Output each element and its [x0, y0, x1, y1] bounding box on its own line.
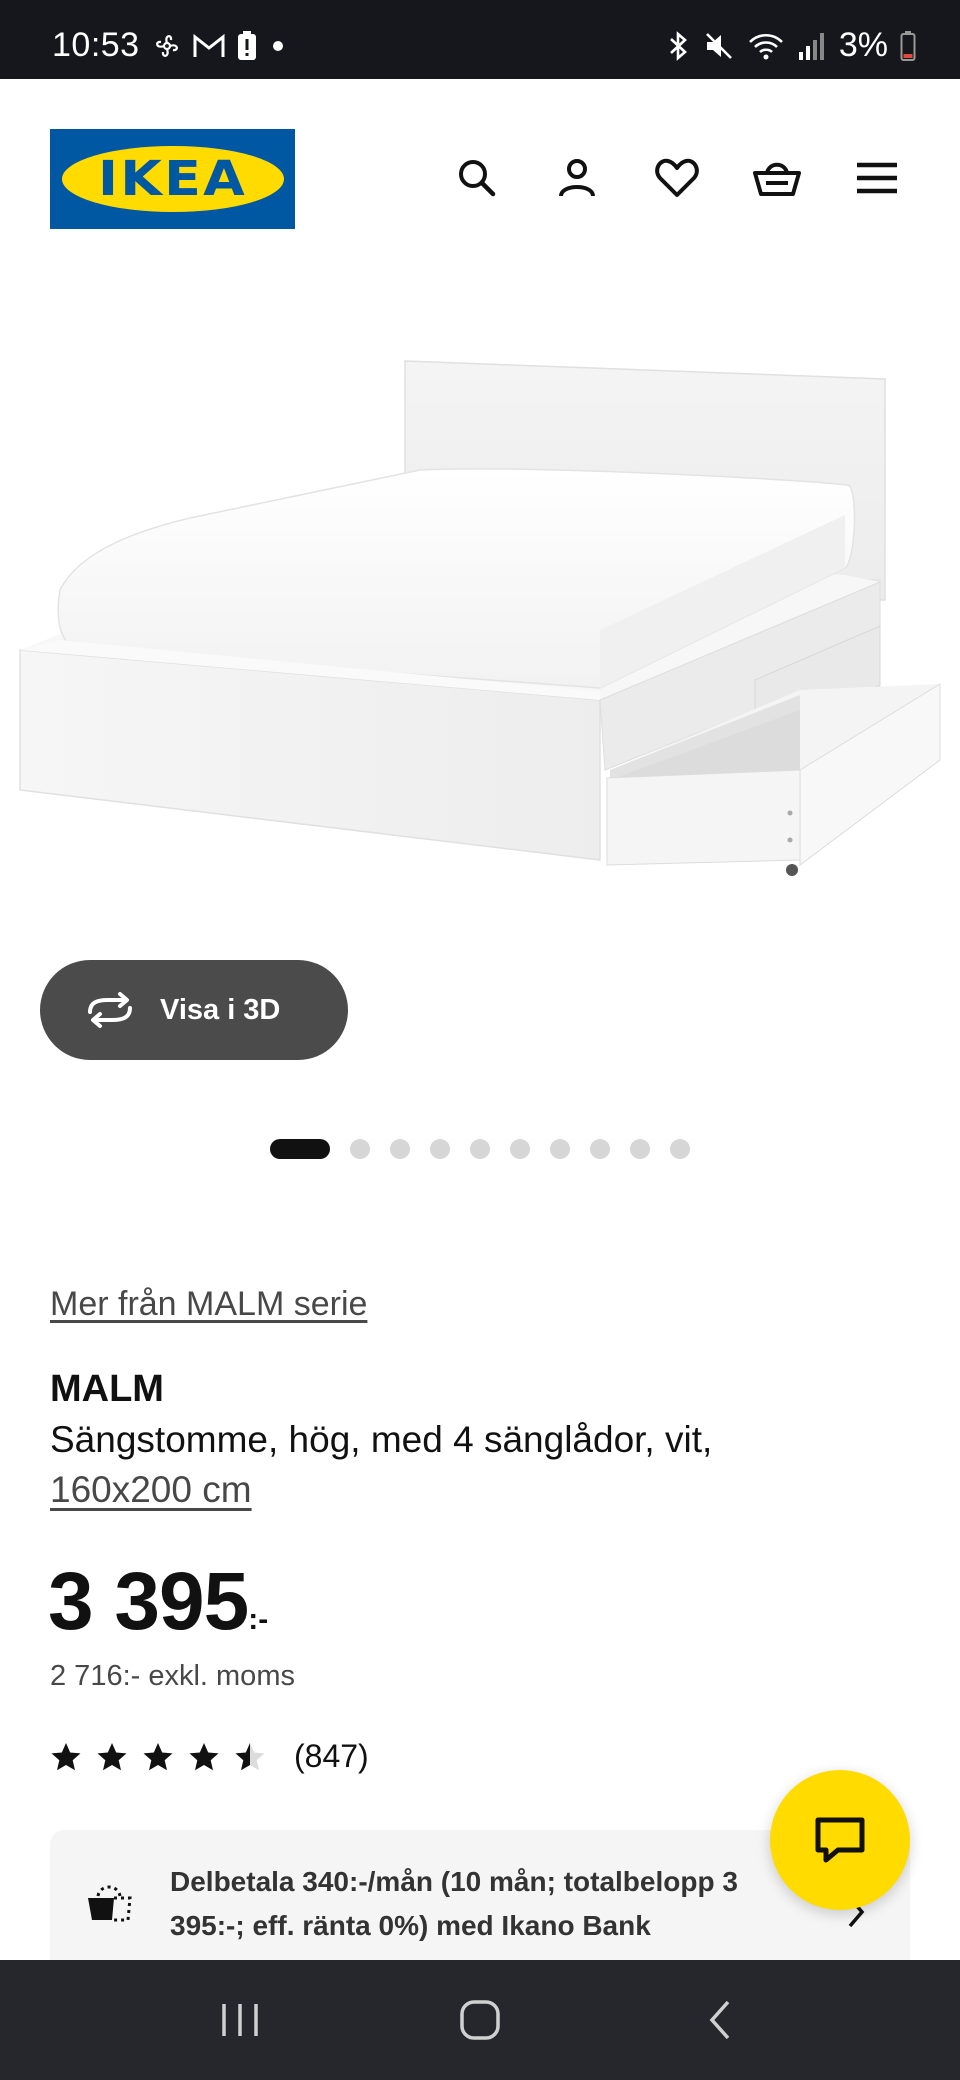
cart-icon — [753, 162, 801, 196]
recent-apps-button[interactable] — [200, 1980, 280, 2060]
star-full-icon — [51, 1742, 81, 1770]
account-icon — [559, 159, 595, 197]
chat-icon — [815, 1817, 865, 1863]
back-icon — [709, 2000, 730, 2040]
product-size-link[interactable]: 160x200 cm — [50, 1469, 252, 1510]
product-price: 3 395 :- — [48, 1555, 268, 1649]
image-carousel-indicator — [270, 1139, 690, 1159]
star-full-icon — [97, 1742, 127, 1770]
price-suffix: :- — [248, 1603, 269, 1636]
rating-count: (847) — [294, 1738, 369, 1774]
installment-payment-icon — [88, 1885, 132, 1922]
site-header: IKEA — [0, 79, 960, 279]
star-full-icon — [143, 1742, 173, 1770]
account-button[interactable] — [552, 153, 602, 203]
ikea-logo[interactable]: IKEA — [50, 129, 295, 229]
product-description-text: Sängstomme, hög, med 4 sänglådor, vit, — [50, 1419, 713, 1460]
view-in-3d-button[interactable]: Visa i 3D — [40, 960, 348, 1060]
menu-button[interactable] — [852, 153, 902, 203]
carousel-dot-active[interactable] — [270, 1139, 330, 1159]
back-button[interactable] — [680, 1980, 760, 2060]
carousel-dot[interactable] — [510, 1139, 530, 1159]
price-amount: 3 395 — [48, 1556, 249, 1647]
carousel-dot[interactable] — [590, 1139, 610, 1159]
fan-icon — [156, 35, 178, 57]
search-icon — [459, 160, 496, 197]
home-icon — [460, 2000, 500, 2040]
recent-apps-icon — [222, 2004, 258, 2036]
status-system-icons: 3% — [665, 26, 916, 65]
logo-text: IKEA — [98, 151, 247, 207]
header-actions — [452, 153, 902, 203]
alert-battery-icon — [238, 31, 256, 60]
mute-icon — [705, 32, 732, 59]
system-navigation-bar — [0, 1960, 960, 2080]
view-in-3d-label: Visa i 3D — [160, 993, 281, 1026]
star-full-icon — [189, 1742, 219, 1770]
carousel-dot[interactable] — [670, 1139, 690, 1159]
carousel-dot[interactable] — [630, 1139, 650, 1159]
battery-icon — [900, 30, 916, 61]
status-notification-icons — [152, 30, 288, 62]
carousel-dot[interactable] — [470, 1139, 490, 1159]
product-image[interactable] — [0, 300, 960, 920]
favorites-button[interactable] — [652, 153, 702, 203]
status-bar: 10:53 3% — [0, 0, 960, 79]
cart-button[interactable] — [752, 153, 802, 203]
gmail-icon — [193, 33, 225, 57]
home-button[interactable] — [440, 1980, 520, 2060]
search-button[interactable] — [452, 153, 502, 203]
carousel-dot[interactable] — [390, 1139, 410, 1159]
star-half-icon — [235, 1742, 265, 1770]
rotate-3d-icon — [88, 992, 132, 1028]
dot-icon — [273, 41, 283, 51]
logo-oval: IKEA — [61, 146, 284, 212]
menu-icon — [857, 162, 897, 194]
wifi-icon — [748, 33, 783, 59]
status-time: 10:53 — [52, 26, 140, 64]
battery-percentage: 3% — [838, 26, 888, 64]
financing-offer-text: Delbetala 340:-/mån (10 mån; totalbelopp… — [170, 1866, 738, 1941]
carousel-dot[interactable] — [350, 1139, 370, 1159]
product-rating[interactable]: (847) — [50, 1738, 369, 1775]
carousel-dot[interactable] — [430, 1139, 450, 1159]
product-description: Sängstomme, hög, med 4 sänglådor, vit, 1… — [50, 1415, 910, 1515]
price-excluding-vat: 2 716:- exkl. moms — [50, 1660, 295, 1692]
chat-button[interactable] — [770, 1770, 910, 1910]
bluetooth-icon — [669, 30, 687, 61]
signal-icon — [798, 32, 824, 60]
favorites-icon — [655, 158, 699, 197]
carousel-dot[interactable] — [550, 1139, 570, 1159]
product-name: MALM — [50, 1368, 164, 1410]
series-link[interactable]: Mer från MALM serie — [50, 1285, 367, 1324]
